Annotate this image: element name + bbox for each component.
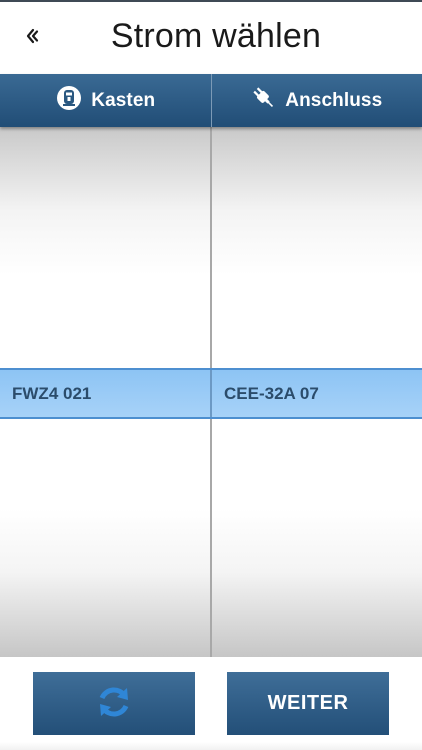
selected-anschluss[interactable]: CEE-32A 07 xyxy=(212,370,422,417)
selected-row: FWZ4 021 CEE-32A 07 xyxy=(0,368,422,419)
header-divider xyxy=(0,0,422,2)
column-header-anschluss-label: Anschluss xyxy=(285,89,383,111)
next-button[interactable]: WEITER xyxy=(227,672,389,735)
column-header-kasten-label: Kasten xyxy=(91,89,156,111)
refresh-button[interactable] xyxy=(33,672,195,735)
column-header-kasten[interactable]: Kasten xyxy=(0,74,212,127)
header: Strom wählen xyxy=(0,0,422,74)
selected-kasten[interactable]: FWZ4 021 xyxy=(0,370,212,417)
column-header-anschluss[interactable]: Anschluss xyxy=(212,74,422,127)
refresh-icon xyxy=(92,680,136,727)
plug-icon xyxy=(251,85,277,117)
footer-shadow xyxy=(0,742,422,750)
footer: WEITER xyxy=(0,657,422,750)
page-title: Strom wählen xyxy=(110,17,322,55)
meter-box-icon xyxy=(55,84,83,118)
app-root: Strom wählen Kasten Anschluss FWZ4 021 C… xyxy=(0,0,422,750)
column-headers: Kasten Anschluss xyxy=(0,74,422,127)
